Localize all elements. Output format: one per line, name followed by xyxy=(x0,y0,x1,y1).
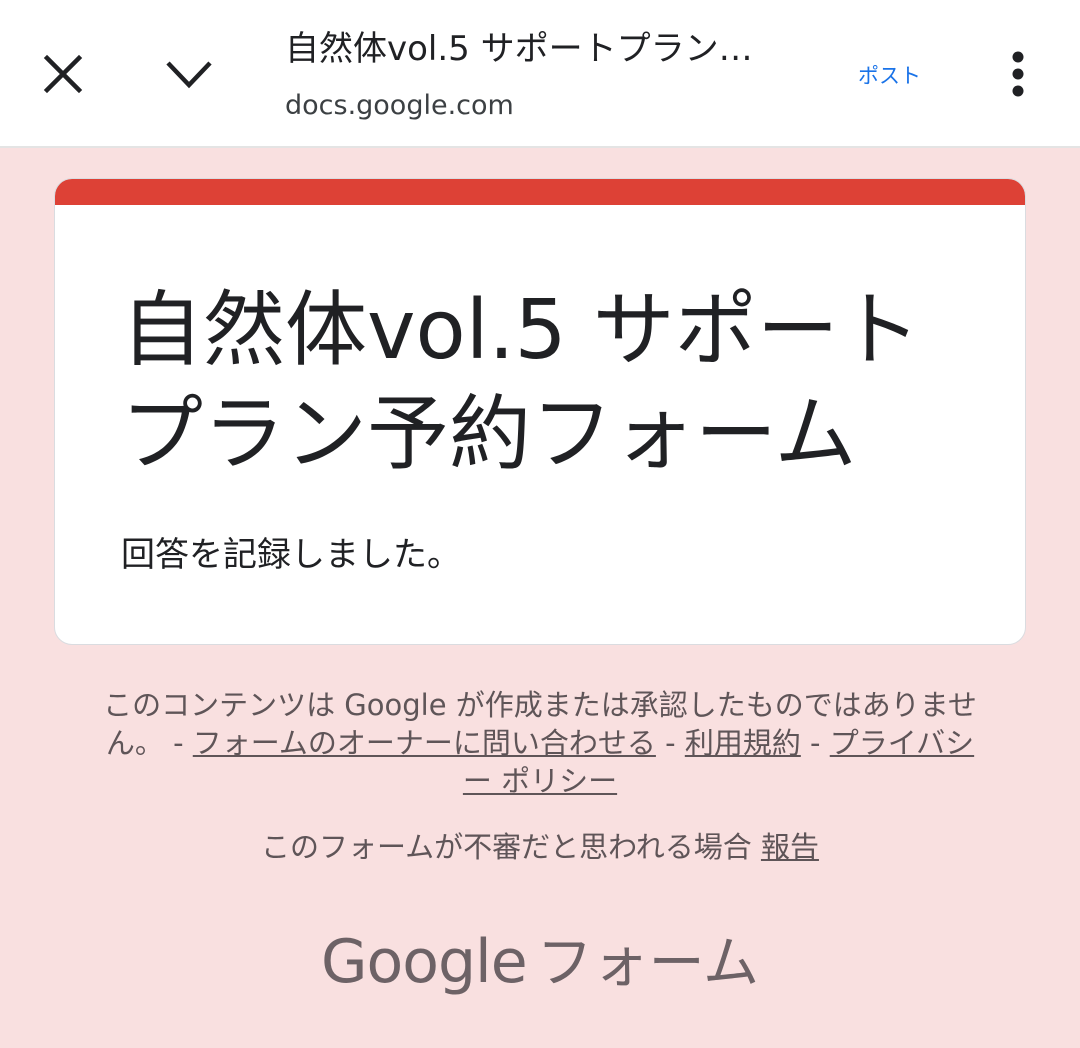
report-line: このフォームが不審だと思われる場合 報告 xyxy=(0,828,1080,866)
form-card: 自然体vol.5 サポートプラン予約フォーム 回答を記録しました。 xyxy=(54,178,1026,645)
close-button[interactable] xyxy=(30,46,96,102)
google-forms-logo[interactable]: Google フォーム xyxy=(0,918,1080,999)
contact-owner-link[interactable]: フォームのオーナーに問い合わせる xyxy=(193,726,656,760)
separator: - xyxy=(800,726,830,760)
page-url: docs.google.com xyxy=(285,90,514,121)
post-button[interactable]: ポスト xyxy=(858,60,921,90)
brand-google: Google xyxy=(321,927,528,997)
separator: - xyxy=(655,726,685,760)
report-text: このフォームが不審だと思われる場合 xyxy=(261,830,761,864)
tab-title: 自然体vol.5 サポートプラン… xyxy=(285,29,753,69)
disclaimer: このコンテンツは Google が作成または承認したものではありません。 - フ… xyxy=(96,686,984,800)
close-icon xyxy=(43,54,83,94)
page-title-block: 自然体vol.5 サポートプラン… docs.google.com xyxy=(285,26,805,126)
terms-link[interactable]: 利用規約 xyxy=(685,726,801,760)
report-link[interactable]: 報告 xyxy=(761,830,819,864)
collapse-button[interactable] xyxy=(156,46,222,102)
chevron-down-icon xyxy=(166,61,212,89)
card-accent-bar xyxy=(55,179,1025,205)
separator: - xyxy=(163,726,193,760)
confirmation-message: 回答を記録しました。 xyxy=(121,535,461,575)
brand-forms: フォーム xyxy=(536,931,759,996)
more-vert-icon xyxy=(1012,51,1024,97)
menu-button[interactable] xyxy=(990,44,1046,104)
form-title: 自然体vol.5 サポートプラン予約フォーム xyxy=(121,283,921,482)
browser-top-bar: 自然体vol.5 サポートプラン… docs.google.com ポスト xyxy=(0,0,1080,148)
